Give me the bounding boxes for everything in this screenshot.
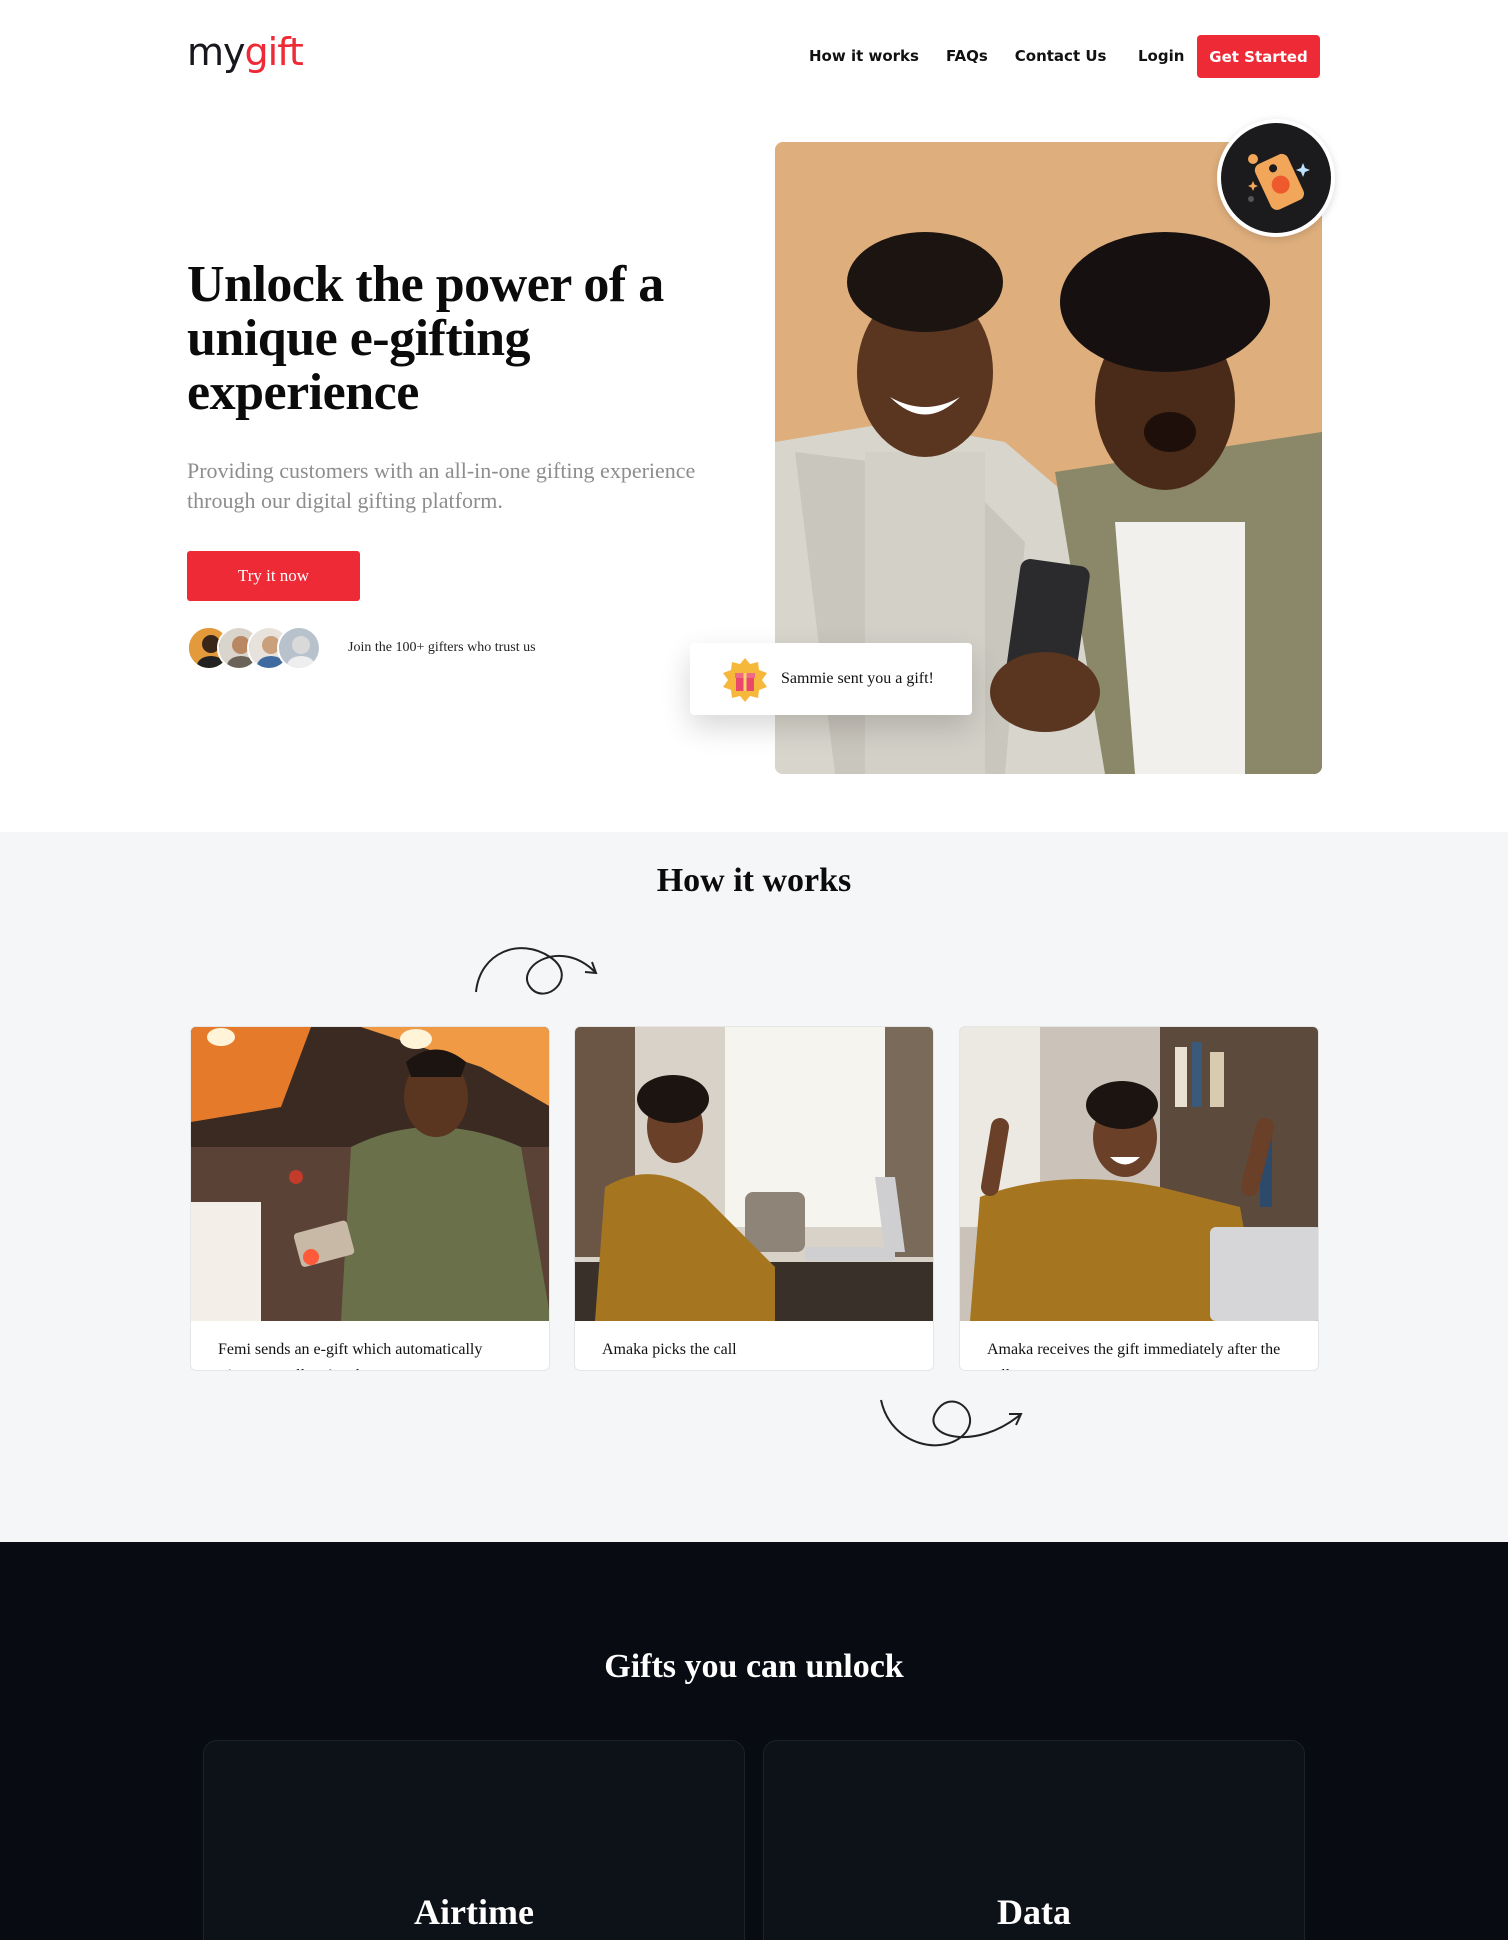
gift-tag-badge	[1217, 119, 1335, 237]
step-caption: Amaka receives the gift immediately afte…	[987, 1341, 1281, 1370]
step-card: Femi sends an e-gift which automatically…	[190, 1026, 550, 1371]
logo[interactable]: mygift	[187, 30, 304, 74]
gift-card-data[interactable]: Data	[763, 1740, 1305, 1940]
gift-box-icon	[723, 658, 767, 702]
how-it-works-title: How it works	[656, 862, 852, 899]
nav-link-how-it-works[interactable]: How it works	[809, 47, 919, 65]
hero-title: Unlock the power of a unique e-gifting e…	[187, 256, 664, 421]
top-nav: mygift How it works FAQs Contact Us Logi…	[0, 0, 1508, 112]
step-photo	[960, 1027, 1318, 1321]
how-it-works-section: How it works Femi sends an e-gift which …	[0, 832, 1508, 1542]
logo-text-gift: gift	[244, 30, 304, 74]
get-started-button[interactable]: Get Started	[1197, 35, 1320, 78]
try-it-now-button[interactable]: Try it now	[187, 551, 360, 601]
step-photo	[575, 1027, 933, 1321]
avatar-group	[187, 626, 337, 672]
nav-link-faqs[interactable]: FAQs	[946, 47, 988, 65]
logo-text-my: my	[187, 30, 246, 74]
curly-arrow-icon	[475, 947, 598, 995]
step-caption: Femi sends an e-gift which automatically…	[218, 1341, 483, 1370]
gift-card-label: Data	[997, 1892, 1071, 1932]
step-card: Amaka picks the call	[574, 1026, 934, 1371]
nav-links: How it works FAQs Contact Us	[809, 47, 1106, 65]
gifts-section: Gifts you can unlock Airtime Data	[0, 1542, 1508, 1940]
trust-text: Join the 100+ gifters who trust us	[348, 640, 536, 655]
notification-text: Sammie sent you a gift!	[781, 670, 934, 687]
gift-card-label: Airtime	[414, 1892, 534, 1932]
gift-notification-toast: Sammie sent you a gift!	[690, 643, 972, 715]
nav-link-contact-us[interactable]: Contact Us	[1015, 47, 1107, 65]
hero-subtitle: Providing customers with an all-in-one g…	[187, 458, 696, 513]
step-photo	[191, 1027, 549, 1321]
avatar	[277, 626, 321, 670]
step-caption: Amaka picks the call	[602, 1341, 737, 1358]
gifts-title: Gifts you can unlock	[604, 1648, 904, 1685]
curly-arrow-icon	[880, 1399, 1023, 1447]
gift-card-airtime[interactable]: Airtime	[203, 1740, 745, 1940]
login-link[interactable]: Login	[1138, 47, 1184, 65]
step-card: Amaka receives the gift immediately afte…	[959, 1026, 1319, 1371]
